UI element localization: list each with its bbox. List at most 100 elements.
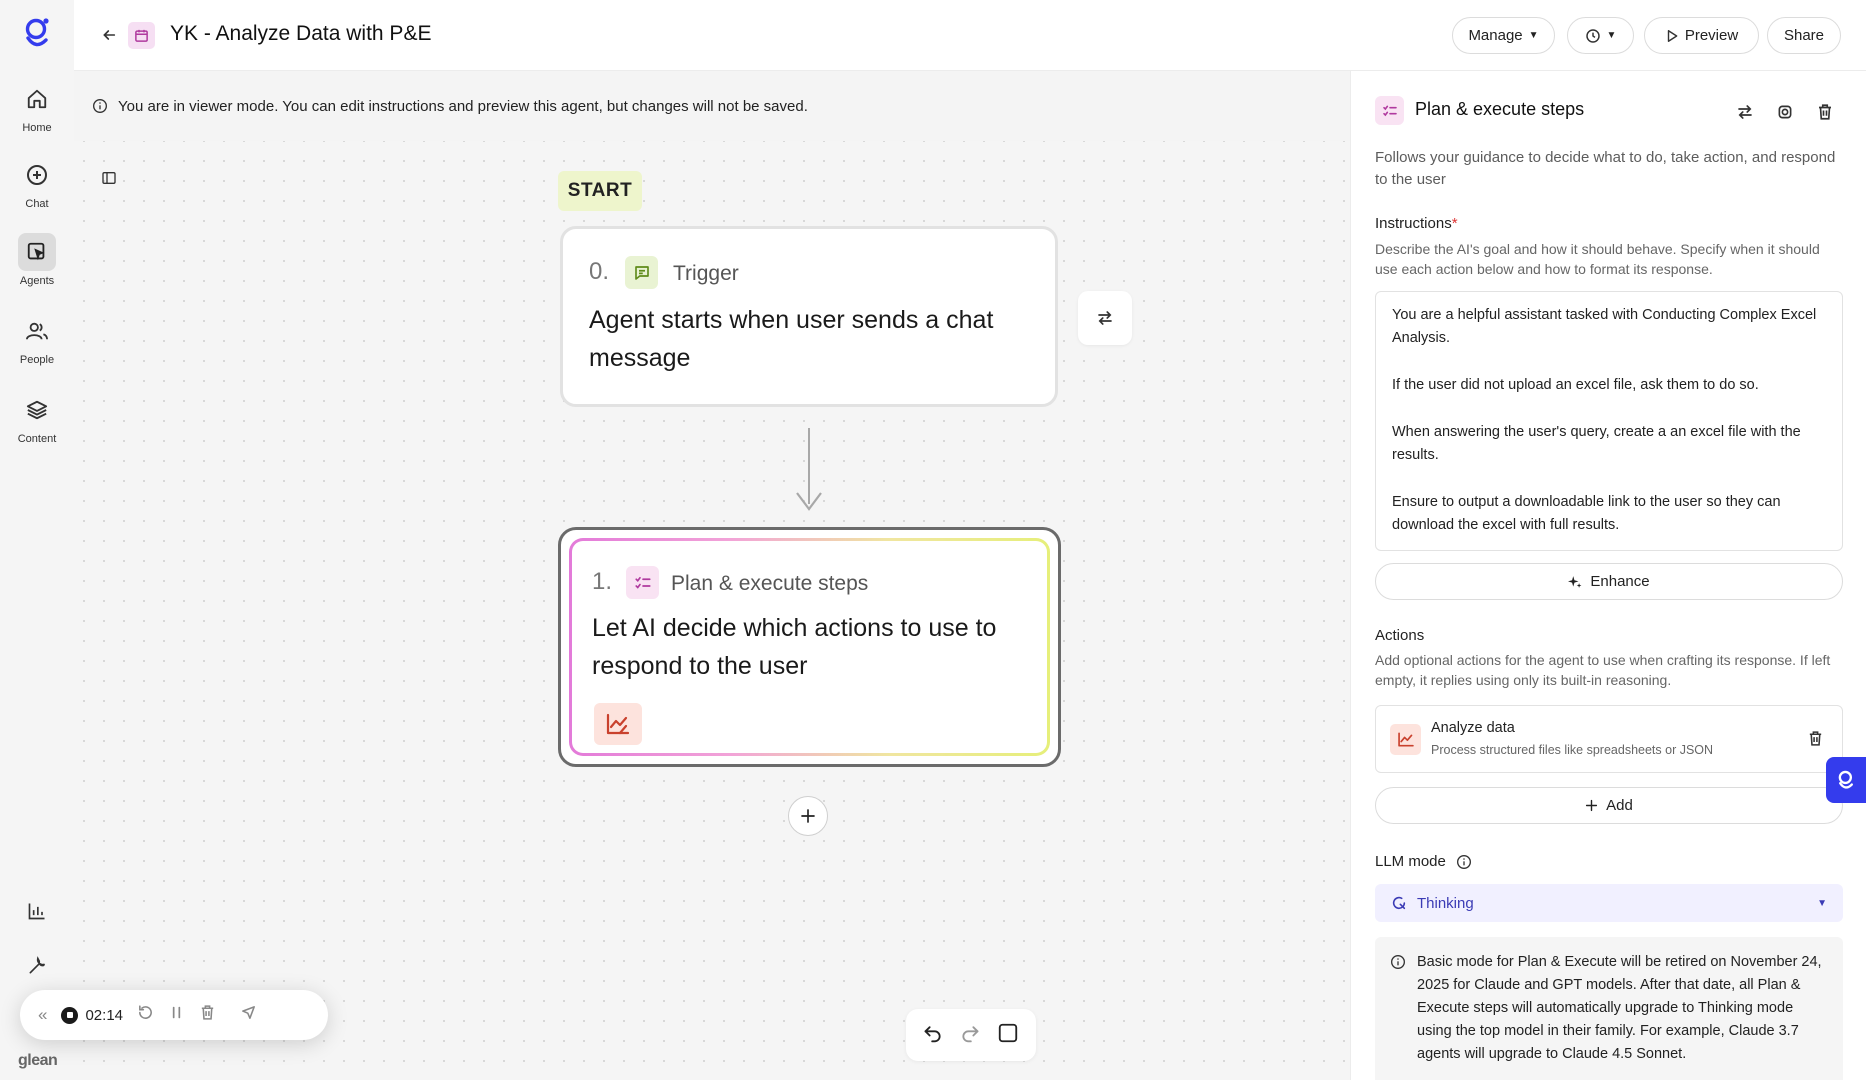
instruction-paragraph: When answering the user's query, create … xyxy=(1392,424,1801,463)
panel-title: Plan & execute steps xyxy=(1415,99,1585,119)
instructions-help: Describe the AI's goal and how it should… xyxy=(1375,241,1820,277)
add-action-button[interactable]: Add xyxy=(1375,787,1843,824)
swap-icon[interactable] xyxy=(1736,103,1754,126)
sidebar-toggle-icon[interactable] xyxy=(98,167,120,189)
actions-help: Add optional actions for the agent to us… xyxy=(1375,652,1831,688)
recording-timer: 02:14 xyxy=(61,1006,124,1024)
pause-icon[interactable] xyxy=(168,1004,185,1026)
people-icon xyxy=(18,312,56,350)
share-label: Share xyxy=(1783,27,1825,44)
trigger-node[interactable]: 0. Trigger Agent starts when user sends … xyxy=(560,226,1058,407)
action-name: Analyze data xyxy=(1431,720,1515,736)
wrench-icon[interactable] xyxy=(22,951,52,981)
plus-icon xyxy=(801,809,815,823)
required-marker: * xyxy=(1451,215,1458,232)
nav-chat-label: Chat xyxy=(25,198,49,210)
add-label: Add xyxy=(1606,797,1633,814)
settings-gear-icon[interactable] xyxy=(1776,103,1794,126)
viewer-mode-banner: You are in viewer mode. You can edit ins… xyxy=(74,71,1350,141)
nav-content-label: Content xyxy=(17,433,57,445)
screen-recorder-bar: « 02:14 xyxy=(20,990,328,1040)
nav-home-label: Home xyxy=(22,122,52,134)
plan-execute-node-inner: 1. Plan & execute steps Let AI decide wh… xyxy=(569,538,1050,756)
swap-trigger-button[interactable] xyxy=(1078,291,1132,345)
trigger-kind-label: Trigger xyxy=(673,262,739,285)
plus-icon xyxy=(1586,799,1598,812)
nav-chat[interactable]: Chat xyxy=(0,156,74,210)
fit-view-icon[interactable] xyxy=(997,1022,1019,1049)
instructions-textarea[interactable]: You are a helpful assistant tasked with … xyxy=(1375,291,1843,551)
stop-recording-icon[interactable] xyxy=(61,1006,79,1024)
nav-content[interactable]: Content xyxy=(0,391,74,445)
manage-label: Manage xyxy=(1468,27,1523,44)
trash-icon[interactable] xyxy=(1807,730,1824,752)
notice-text: Basic mode for Plan & Execute will be re… xyxy=(1417,954,1822,1062)
share-button[interactable]: Share xyxy=(1767,17,1841,54)
pointer-icon[interactable] xyxy=(240,1004,257,1026)
caret-down-icon: ▼ xyxy=(1817,897,1827,909)
info-icon xyxy=(1391,955,1405,969)
analyze-data-icon[interactable] xyxy=(594,703,642,745)
llm-mode-label-text: LLM mode xyxy=(1375,853,1446,870)
canvas-toolbar xyxy=(906,1009,1036,1061)
restart-icon[interactable] xyxy=(137,1004,154,1026)
nav-agents[interactable]: Agents xyxy=(0,233,74,287)
chat-bubble-icon xyxy=(625,256,658,289)
plan-description: Let AI decide which actions to use to re… xyxy=(592,614,997,680)
instructions-label: Instructions* xyxy=(1375,215,1458,232)
manage-button[interactable]: Manage ▼ xyxy=(1452,17,1555,54)
collapse-chevrons-icon[interactable]: « xyxy=(38,1005,47,1025)
page-title: YK - Analyze Data with P&E xyxy=(170,22,432,45)
preview-label: Preview xyxy=(1684,27,1739,44)
caret-down-icon: ▼ xyxy=(1606,30,1617,41)
agents-icon xyxy=(18,233,56,271)
swap-icon xyxy=(1098,311,1112,325)
step-config-panel: Plan & execute steps Follows your guidan… xyxy=(1350,71,1866,1080)
trash-icon[interactable] xyxy=(1816,103,1834,126)
undo-icon[interactable] xyxy=(923,1023,943,1048)
trash-icon[interactable] xyxy=(199,1004,216,1026)
retirement-notice: Basic mode for Plan & Execute will be re… xyxy=(1375,937,1843,1080)
workflow-canvas[interactable]: You are in viewer mode. You can edit ins… xyxy=(74,71,1350,1080)
redo-icon[interactable] xyxy=(960,1023,980,1048)
enhance-button[interactable]: Enhance xyxy=(1375,563,1843,600)
trigger-number: 0. xyxy=(589,258,610,285)
actions-label: Actions xyxy=(1375,627,1425,644)
panel-description: Follows your guidance to decide what to … xyxy=(1375,149,1836,188)
layers-icon xyxy=(18,391,56,429)
brand-wordmark: glean xyxy=(18,1052,58,1069)
plan-execute-node[interactable]: 1. Plan & execute steps Let AI decide wh… xyxy=(558,527,1061,767)
trigger-description: Agent starts when user sends a chat mess… xyxy=(589,306,994,372)
thinking-icon xyxy=(1392,896,1406,910)
llm-mode-select[interactable]: Thinking ▼ xyxy=(1375,884,1843,922)
history-button[interactable]: ▼ xyxy=(1567,17,1634,54)
start-badge: START xyxy=(558,171,642,211)
nav-home[interactable]: Home xyxy=(0,80,74,134)
enhance-label: Enhance xyxy=(1590,573,1650,590)
back-arrow-icon[interactable] xyxy=(96,22,122,48)
glean-logo-icon xyxy=(1838,770,1853,789)
assistant-side-tab[interactable] xyxy=(1826,757,1866,803)
instruction-paragraph: You are a helpful assistant tasked with … xyxy=(1392,307,1817,346)
preview-button[interactable]: Preview xyxy=(1644,17,1759,54)
recording-time: 02:14 xyxy=(85,1006,124,1024)
panel-actions xyxy=(1736,103,1834,126)
llm-mode-value: Thinking xyxy=(1417,894,1474,912)
viewer-mode-text: You are in viewer mode. You can edit ins… xyxy=(118,97,808,115)
nav-people-label: People xyxy=(19,354,55,366)
action-item-analyze-data[interactable]: Analyze data Process structured files li… xyxy=(1375,705,1843,773)
instructions-label-text: Instructions xyxy=(1375,215,1452,232)
info-icon[interactable] xyxy=(1456,854,1472,870)
plan-kind-label: Plan & execute steps xyxy=(671,572,869,595)
left-nav-rail: Home Chat Agents People Content glean xyxy=(0,0,74,1080)
analytics-icon[interactable] xyxy=(22,896,52,926)
instruction-paragraph: If the user did not upload an excel file… xyxy=(1392,377,1759,393)
nav-agents-label: Agents xyxy=(19,275,55,287)
nav-people[interactable]: People xyxy=(0,312,74,366)
glean-logo-icon[interactable] xyxy=(22,16,52,50)
chat-plus-icon xyxy=(18,156,56,194)
analyze-data-icon xyxy=(1390,724,1421,755)
checklist-icon xyxy=(626,566,659,599)
connector-arrow-icon xyxy=(796,492,822,511)
add-step-button[interactable] xyxy=(788,796,828,836)
